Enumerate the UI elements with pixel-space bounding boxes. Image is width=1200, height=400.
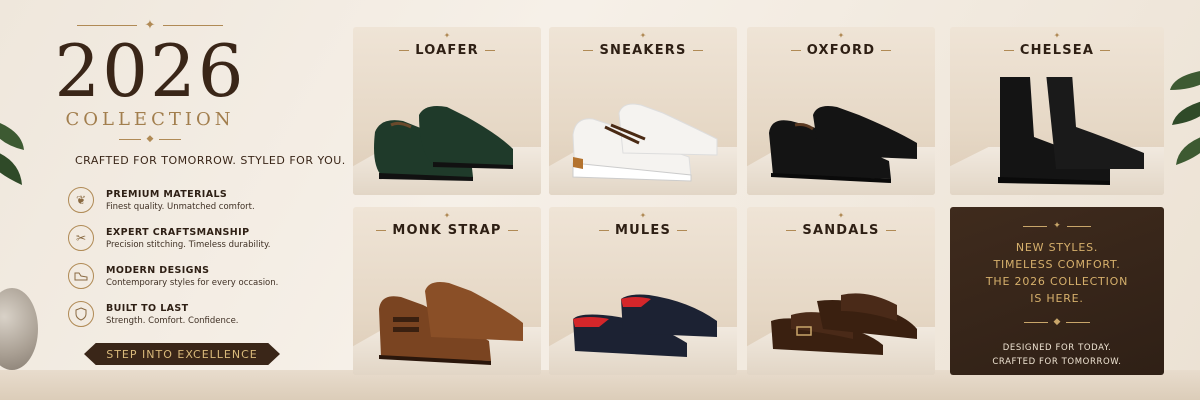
feature-item: MODERN DESIGNS Contemporary styles for e… xyxy=(68,257,330,295)
promo-subline: DESIGNED FOR TODAY. xyxy=(1002,343,1112,353)
product-card-loafer[interactable]: ✦ LOAFER xyxy=(353,27,541,195)
step-into-excellence-button[interactable]: STEP INTO EXCELLENCE xyxy=(84,343,280,365)
product-card-oxford[interactable]: ✦ OXFORD xyxy=(747,27,935,195)
feature-list: ❦ PREMIUM MATERIALS Finest quality. Unma… xyxy=(68,181,330,333)
feature-title: MODERN DESIGNS xyxy=(106,264,210,276)
feature-item: BUILT TO LAST Strength. Comfort. Confide… xyxy=(68,295,330,333)
feature-desc: Contemporary styles for every occasion. xyxy=(106,277,279,288)
card-title: MONK STRAP xyxy=(392,223,502,238)
sneaker-shoe-icon xyxy=(572,103,718,182)
diamond-ornament-icon: ✦ xyxy=(443,31,451,40)
hero-tagline: CRAFTED FOR TOMORROW. STYLED FOR YOU. xyxy=(75,154,346,167)
product-card-chelsea[interactable]: ✦ CHELSEA xyxy=(950,27,1164,195)
feature-title: PREMIUM MATERIALS xyxy=(106,188,228,200)
chelsea-boot-icon xyxy=(998,77,1144,185)
sandal-shoe-icon xyxy=(771,293,917,355)
card-title: SNEAKERS xyxy=(599,43,687,58)
hero-panel: ✦ 2026 COLLECTION ◆ CRAFTED FOR TOMORROW… xyxy=(54,18,346,333)
diamond-ornament-icon: ✦ xyxy=(1053,221,1061,231)
promo-headline: THE 2026 COLLECTION xyxy=(985,275,1129,288)
diamond-ornament-icon: ◆ xyxy=(1053,317,1061,327)
card-title: LOAFER xyxy=(415,43,479,58)
feature-desc: Precision stitching. Timeless durability… xyxy=(106,239,271,250)
ornament-divider: ◆ xyxy=(50,134,250,144)
card-title: SANDALS xyxy=(802,223,880,238)
hero-year: 2026 xyxy=(54,29,246,113)
feature-desc: Strength. Comfort. Confidence. xyxy=(106,315,239,326)
product-card-sandals[interactable]: ✦ SANDALS xyxy=(747,207,935,375)
diamond-ornament-icon: ✦ xyxy=(443,211,451,220)
loafer-shoe-icon xyxy=(374,106,513,181)
leaf-icon xyxy=(0,123,24,185)
card-title: CHELSEA xyxy=(1019,43,1095,58)
shoe-icon xyxy=(68,263,94,289)
craft-tools-icon: ✂ xyxy=(68,225,94,251)
shield-icon xyxy=(68,301,94,327)
diamond-ornament-icon: ✦ xyxy=(837,31,845,40)
leaf-icon xyxy=(1170,71,1200,165)
card-title: MULES xyxy=(614,223,672,238)
product-card-mules[interactable]: ✦ MULES xyxy=(549,207,737,375)
hero-collection: COLLECTION xyxy=(65,109,235,130)
promo-headline: IS HERE. xyxy=(1030,292,1084,305)
mule-shoe-icon xyxy=(573,294,717,357)
card-title: OXFORD xyxy=(806,43,876,58)
feature-title: EXPERT CRAFTSMANSHIP xyxy=(106,226,250,238)
ornament-divider: ✦ xyxy=(950,221,1164,231)
product-card-monk-strap[interactable]: ✦ MONK STRAP xyxy=(353,207,541,375)
diamond-ornament-icon: ✦ xyxy=(639,211,647,220)
diamond-ornament-icon: ◆ xyxy=(146,134,154,144)
promo-headline: TIMELESS COMFORT. xyxy=(993,258,1121,271)
diamond-ornament-icon: ✦ xyxy=(1053,31,1061,40)
promo-panel: ✦ NEW STYLES. TIMELESS COMFORT. THE 2026… xyxy=(950,207,1164,375)
leather-icon: ❦ xyxy=(68,187,94,213)
monk-strap-shoe-icon xyxy=(379,282,523,365)
promo-headline: NEW STYLES. xyxy=(1015,241,1099,254)
diamond-ornament-icon: ✦ xyxy=(837,211,845,220)
decorative-stone xyxy=(0,288,38,370)
oxford-shoe-icon xyxy=(769,106,917,183)
feature-desc: Finest quality. Unmatched comfort. xyxy=(106,201,255,212)
feature-item: ✂ EXPERT CRAFTSMANSHIP Precision stitchi… xyxy=(68,219,330,257)
feature-item: ❦ PREMIUM MATERIALS Finest quality. Unma… xyxy=(68,181,330,219)
diamond-ornament-icon: ✦ xyxy=(639,31,647,40)
ornament-divider: ◆ xyxy=(950,317,1164,327)
promo-subline: CRAFTED FOR TOMORROW. xyxy=(992,357,1122,367)
feature-title: BUILT TO LAST xyxy=(106,302,189,314)
product-card-sneakers[interactable]: ✦ SNEAKERS xyxy=(549,27,737,195)
